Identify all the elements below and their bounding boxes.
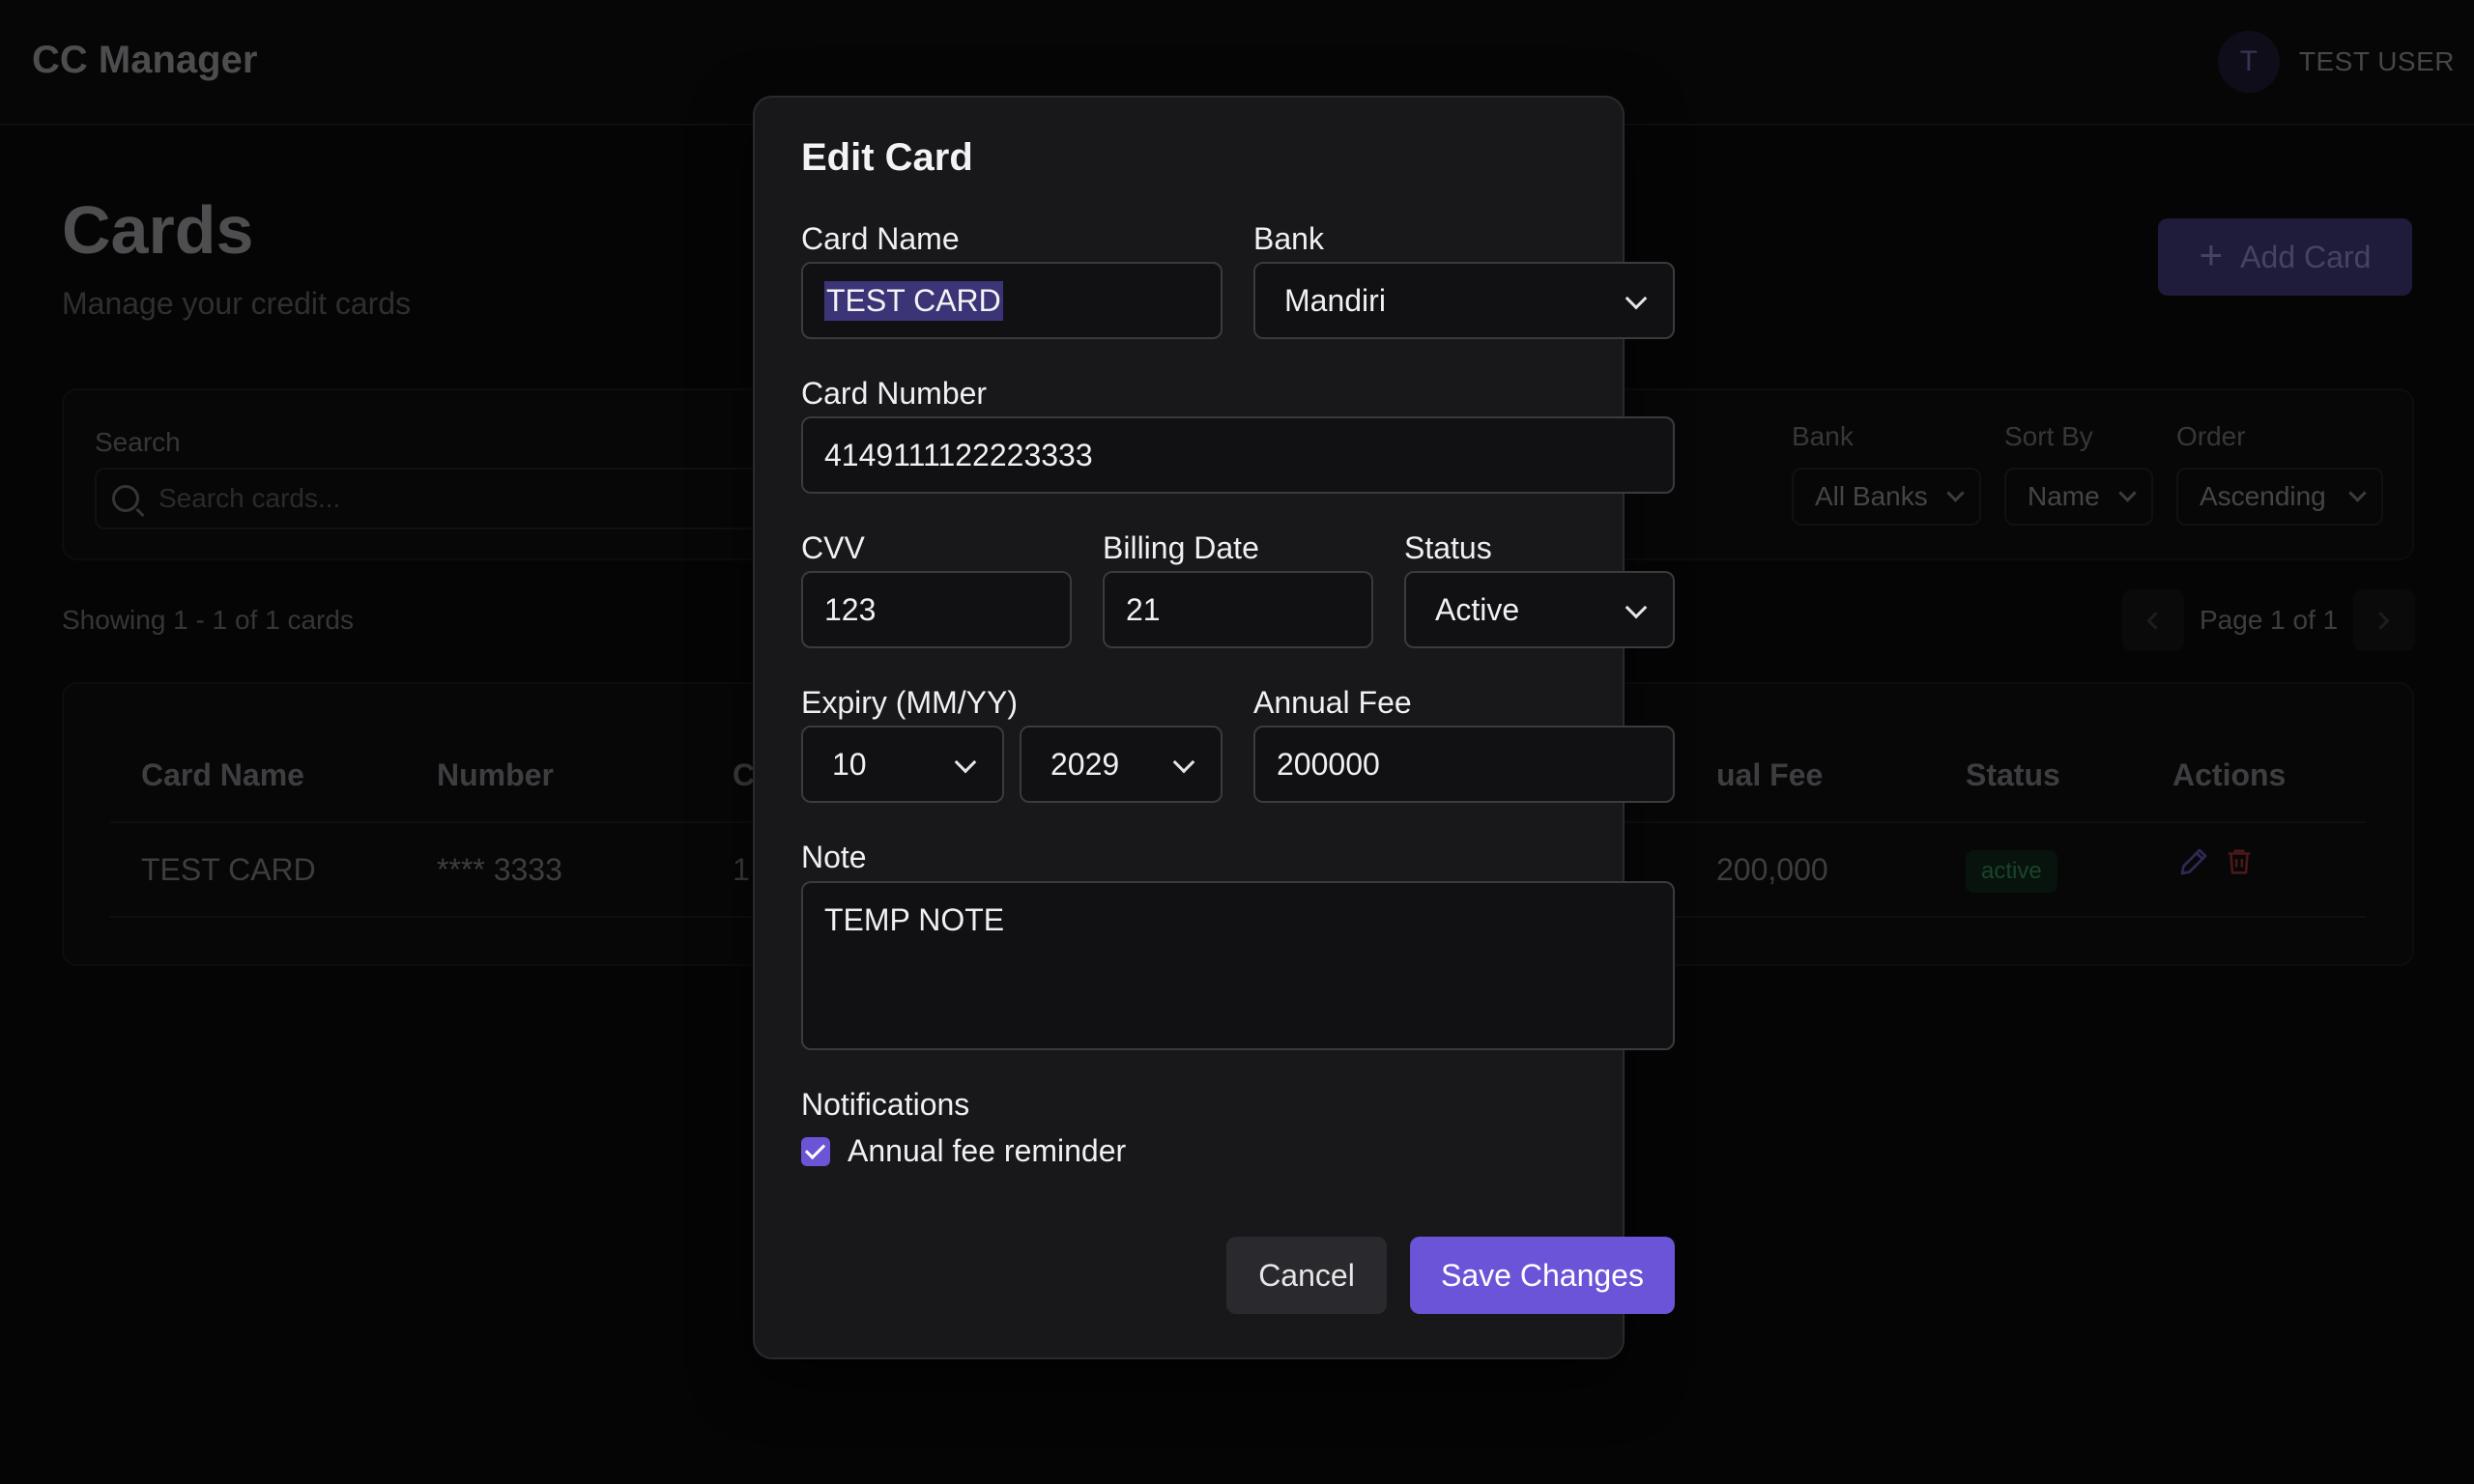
card-number-input[interactable]: 4149111122223333: [801, 416, 1675, 494]
edit-card-dialog: Edit Card Card Name TEST CARD Bank Mandi…: [753, 96, 1675, 1359]
annual-fee-label: Annual Fee: [1253, 685, 1412, 720]
expiry-label: Expiry (MM/YY): [801, 685, 1018, 720]
card-name-label: Card Name: [801, 221, 960, 256]
card-name-value: TEST CARD: [824, 280, 1003, 321]
billing-date-value: 21: [1126, 591, 1161, 627]
note-label: Note: [801, 840, 867, 874]
note-textarea[interactable]: TEMP NOTE: [801, 881, 1675, 1050]
status-select[interactable]: Active: [1404, 571, 1675, 648]
note-value: TEMP NOTE: [824, 902, 1005, 937]
billing-date-input[interactable]: 21: [1103, 571, 1373, 648]
notifications-label: Notifications: [801, 1087, 970, 1122]
status-label: Status: [1404, 530, 1492, 565]
status-value: Active: [1435, 591, 1520, 627]
card-name-input[interactable]: TEST CARD: [801, 262, 1223, 339]
expiry-year-value: 2029: [1050, 746, 1120, 782]
chevron-down-icon: [1625, 287, 1648, 310]
bank-value: Mandiri: [1284, 282, 1386, 318]
chevron-down-icon: [954, 751, 977, 774]
chevron-down-icon: [1172, 751, 1195, 774]
billing-date-label: Billing Date: [1103, 530, 1259, 565]
dialog-title: Edit Card: [801, 136, 973, 179]
chevron-down-icon: [1625, 596, 1648, 619]
cvv-value: 123: [824, 591, 877, 627]
cancel-button[interactable]: Cancel: [1226, 1237, 1387, 1314]
card-number-value: 4149111122223333: [824, 437, 1093, 472]
bank-select[interactable]: Mandiri: [1253, 262, 1675, 339]
annual-fee-reminder-checkbox[interactable]: [801, 1136, 830, 1166]
annual-fee-input[interactable]: 200000: [1253, 726, 1675, 803]
annual-fee-reminder-option[interactable]: Annual fee reminder: [801, 1133, 1126, 1169]
cvv-input[interactable]: 123: [801, 571, 1072, 648]
expiry-month-value: 10: [832, 746, 867, 782]
save-changes-button[interactable]: Save Changes: [1410, 1237, 1675, 1314]
card-number-label: Card Number: [801, 376, 988, 411]
annual-fee-reminder-label[interactable]: Annual fee reminder: [848, 1133, 1126, 1169]
bank-label: Bank: [1253, 221, 1324, 256]
expiry-month-select[interactable]: 10: [801, 726, 1004, 803]
annual-fee-value: 200000: [1277, 746, 1380, 782]
expiry-year-select[interactable]: 2029: [1020, 726, 1223, 803]
cvv-label: CVV: [801, 530, 865, 565]
